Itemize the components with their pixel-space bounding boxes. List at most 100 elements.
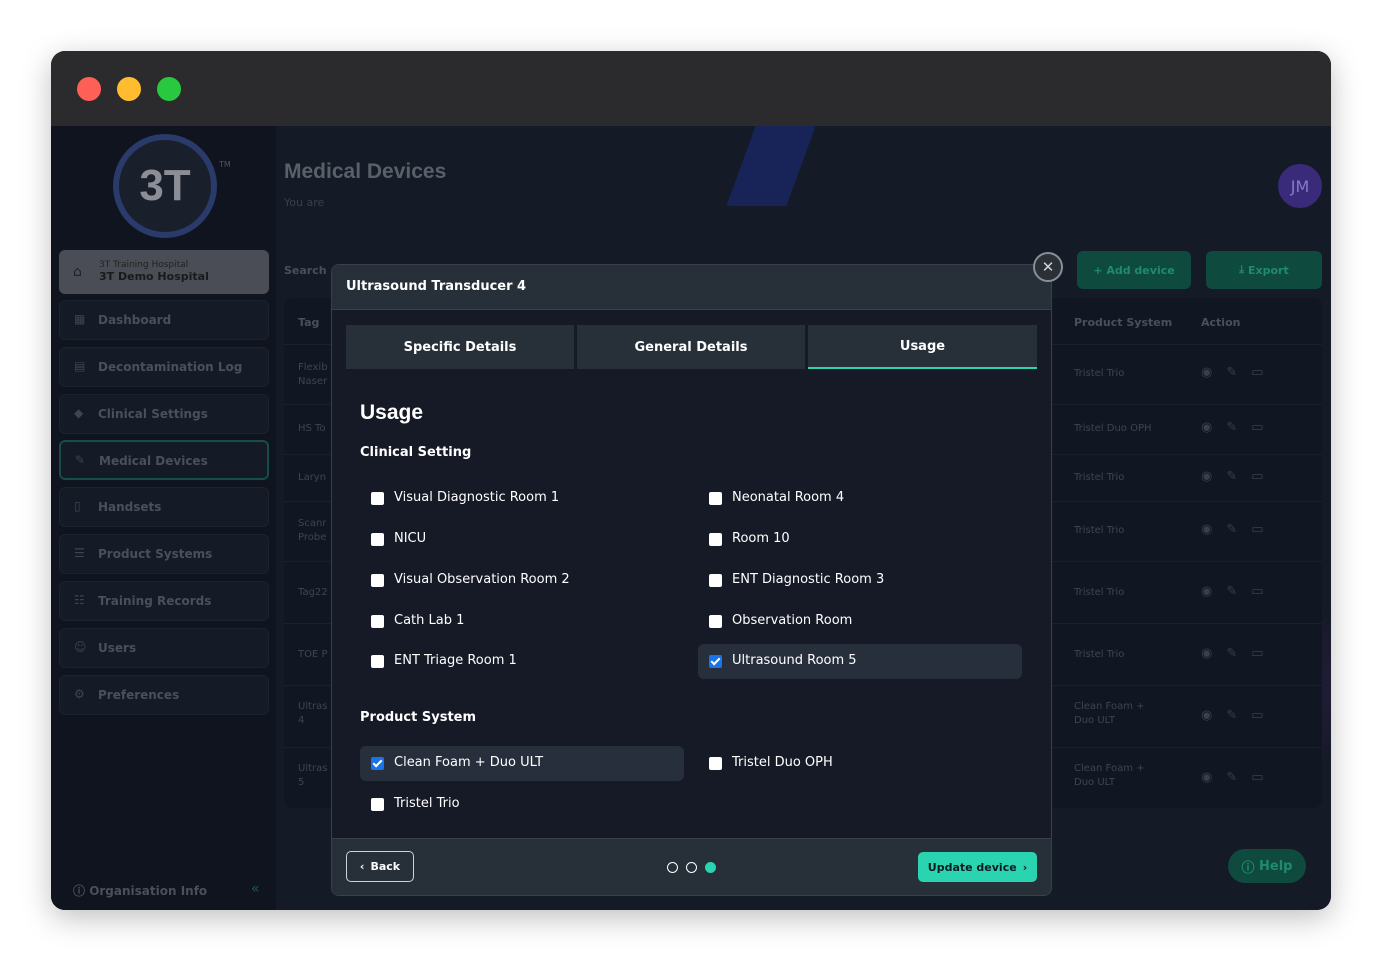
export-button[interactable]: ⤓ Export [1206, 251, 1322, 289]
organisation-info-link[interactable]: ⓘ Organisation Info [73, 882, 207, 899]
option-label: Cath Lab 1 [394, 613, 465, 628]
sidebar-item-users[interactable]: ☺ Users [59, 628, 269, 668]
clinical-setting-option[interactable]: Ultrasound Room 5 [698, 644, 1022, 679]
product-system-option[interactable]: Tristel Duo OPH [698, 746, 1022, 781]
collapse-sidebar-icon[interactable]: « [251, 881, 260, 897]
clinical-setting-option[interactable]: Room 10 [698, 522, 1022, 557]
step-dot [667, 862, 678, 873]
product-system-option[interactable]: Tristel Trio [360, 787, 684, 822]
home-icon: ⌂ [73, 264, 82, 280]
add-device-button[interactable]: + Add device [1077, 251, 1191, 289]
back-button[interactable]: ‹ Back [346, 851, 414, 882]
option-label: Visual Diagnostic Room 1 [394, 490, 560, 505]
row-actions[interactable]: ◉✎▭ [1201, 708, 1278, 723]
tab-specific-details[interactable]: Specific Details [346, 325, 574, 369]
clinical-setting-option[interactable]: Visual Diagnostic Room 1 [360, 481, 684, 516]
avatar[interactable]: JM [1278, 164, 1322, 208]
clinical-setting-option[interactable]: Visual Observation Room 2 [360, 563, 684, 598]
checkbox[interactable] [709, 533, 722, 546]
title-bar [51, 51, 1331, 126]
sidebar-item-label: Dashboard [98, 313, 172, 327]
checkbox[interactable] [709, 655, 722, 668]
list-icon: ☷ [74, 593, 85, 607]
option-label: Neonatal Room 4 [732, 490, 845, 505]
checkbox[interactable] [709, 757, 722, 770]
row-actions[interactable]: ◉✎▭ [1201, 584, 1278, 599]
modal-footer: ‹ Back Update device › [332, 838, 1051, 895]
update-device-label: Update device [927, 860, 1017, 874]
logo-text: 3T [139, 161, 191, 210]
checkbox[interactable] [709, 574, 722, 587]
sidebar-item-label: Training Records [98, 594, 212, 608]
row-actions[interactable]: ◉✎▭ [1201, 365, 1278, 380]
checkbox[interactable] [371, 615, 384, 628]
column-header-tag: Tag [298, 316, 320, 329]
sidebar-item-preferences[interactable]: ⚙ Preferences [59, 675, 269, 715]
clinical-setting-option[interactable]: ENT Diagnostic Room 3 [698, 563, 1022, 598]
row-actions[interactable]: ◉✎▭ [1201, 522, 1278, 537]
clinical-setting-option[interactable]: Cath Lab 1 [360, 604, 684, 639]
sidebar-item-handsets[interactable]: ▯ Handsets [59, 487, 269, 527]
option-label: ENT Diagnostic Room 3 [732, 572, 885, 587]
option-label: Room 10 [732, 531, 790, 546]
row-tag: HS To [298, 423, 326, 434]
checkbox[interactable] [371, 492, 384, 505]
hospital-selector[interactable]: ⌂ 3T Training Hospital 3T Demo Hospital [59, 250, 269, 294]
back-label: Back [370, 860, 401, 873]
product-system-option[interactable]: Clean Foam + Duo ULT [360, 746, 684, 781]
row-tag: TOE P [298, 649, 328, 660]
sidebar: 3T TM ⌂ 3T Training Hospital 3T Demo Hos… [51, 126, 276, 910]
organisation-info-label: Organisation Info [89, 884, 208, 898]
sidebar-item-training-records[interactable]: ☷ Training Records [59, 581, 269, 621]
row-product-system: Tristel Trio [1074, 472, 1125, 483]
product-system-heading: Product System [360, 710, 477, 725]
clinical-setting-heading: Clinical Setting [360, 445, 472, 460]
checkbox[interactable] [371, 798, 384, 811]
decorative-stripe [726, 126, 816, 206]
checkbox[interactable] [709, 615, 722, 628]
row-tag: Scanr Probe [298, 518, 327, 543]
option-label: ENT Triage Room 1 [394, 653, 517, 668]
sidebar-item-product-systems[interactable]: ☰ Product Systems [59, 534, 269, 574]
help-button[interactable]: ⓘ Help [1228, 849, 1306, 883]
option-label: Visual Observation Room 2 [394, 572, 570, 587]
checkbox[interactable] [709, 492, 722, 505]
hospital-name: 3T Demo Hospital [99, 270, 209, 283]
page-subtitle: You are [284, 196, 325, 209]
row-actions[interactable]: ◉✎▭ [1201, 646, 1278, 661]
sidebar-item-label: Users [98, 641, 137, 655]
checkbox[interactable] [371, 533, 384, 546]
checkbox[interactable] [371, 574, 384, 587]
clinical-setting-option[interactable]: Neonatal Room 4 [698, 481, 1022, 516]
close-window-button[interactable] [77, 77, 101, 101]
row-actions[interactable]: ◉✎▭ [1201, 420, 1278, 435]
update-device-button[interactable]: Update device › [918, 852, 1037, 882]
modal-header: Ultrasound Transducer 4 [332, 265, 1051, 310]
sidebar-item-clinical-settings[interactable]: ◆ Clinical Settings [59, 394, 269, 434]
tab-general-details[interactable]: General Details [577, 325, 805, 369]
column-header-action: Action [1201, 316, 1241, 329]
hospital-group: 3T Training Hospital [99, 260, 189, 270]
page-title: Medical Devices [284, 160, 447, 183]
close-modal-button[interactable]: ✕ [1033, 252, 1063, 282]
minimize-window-button[interactable] [117, 77, 141, 101]
option-label: Tristel Duo OPH [732, 755, 833, 770]
checkbox[interactable] [371, 655, 384, 668]
checkbox[interactable] [371, 757, 384, 770]
row-actions[interactable]: ◉✎▭ [1201, 469, 1278, 484]
maximize-window-button[interactable] [157, 77, 181, 101]
modal-title: Ultrasound Transducer 4 [346, 279, 527, 294]
diamond-icon: ◆ [74, 406, 84, 420]
row-actions[interactable]: ◉✎▭ [1201, 770, 1278, 785]
row-tag: Tag22 [298, 587, 328, 598]
option-label: Observation Room [732, 613, 853, 628]
row-product-system: Clean Foam + Duo ULT [1074, 763, 1145, 788]
clinical-setting-option[interactable]: NICU [360, 522, 684, 557]
clinical-setting-option[interactable]: ENT Triage Room 1 [360, 644, 684, 679]
sidebar-item-medical-devices[interactable]: ✎ Medical Devices [59, 440, 269, 480]
tab-usage[interactable]: Usage [808, 325, 1037, 369]
sidebar-item-decontamination-log[interactable]: ▤ Decontamination Log [59, 347, 269, 387]
sidebar-item-dashboard[interactable]: ▦ Dashboard [59, 300, 269, 340]
clinical-setting-option[interactable]: Observation Room [698, 604, 1022, 639]
help-label: Help [1259, 858, 1293, 874]
